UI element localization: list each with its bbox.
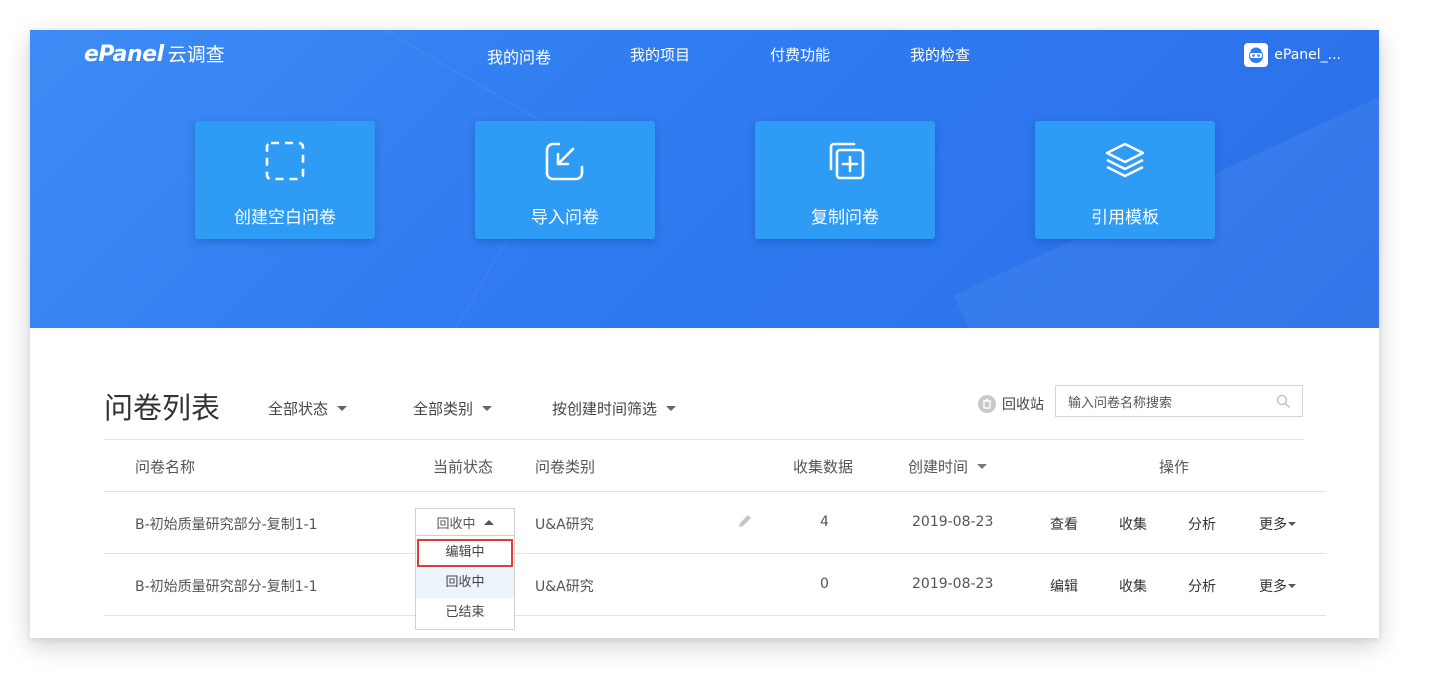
card-label: 创建空白问卷 (234, 208, 336, 228)
col-header-name: 问卷名称 (135, 458, 196, 476)
divider (104, 439, 1304, 440)
import-survey-button[interactable]: 导入问卷 (475, 121, 655, 239)
user-name: ePanel_... (1274, 47, 1341, 63)
row-1-category: U&A研究 (535, 517, 594, 533)
divider (104, 615, 1326, 616)
create-blank-survey-button[interactable]: 创建空白问卷 (195, 121, 375, 239)
trash-icon (978, 395, 996, 413)
hero-banner: ePanel 云调查 我的问卷 我的项目 付费功能 我的检查 ePanel_..… (30, 30, 1379, 328)
col-header-label: 创建时间 (908, 458, 969, 476)
import-arrow-icon (545, 142, 584, 181)
status-option-ended[interactable]: 已结束 (416, 598, 514, 628)
card-label: 导入问卷 (531, 208, 599, 228)
row-1-date: 2019-08-23 (912, 514, 994, 530)
list-title: 问卷列表 (104, 391, 221, 425)
status-option-editing[interactable]: 编辑中 (416, 538, 514, 568)
card-label: 复制问卷 (811, 208, 879, 228)
top-nav: 我的问卷 我的项目 付费功能 我的检查 (30, 44, 1379, 68)
search-input[interactable] (1066, 392, 1270, 414)
chevron-down-icon (666, 406, 677, 411)
user-menu[interactable]: ePanel_... (1244, 43, 1341, 67)
nav-my-surveys[interactable]: 我的问卷 (487, 44, 551, 68)
divider (104, 553, 1326, 554)
dashed-square-icon (265, 141, 305, 181)
status-dropdown-menu: 编辑中 回收中 已结束 (415, 535, 515, 630)
filter-label: 按创建时间筛选 (552, 400, 658, 418)
row-2-collect-button[interactable]: 收集 (1119, 576, 1147, 596)
chevron-down-icon (1288, 584, 1296, 588)
chevron-down-icon (1288, 522, 1296, 526)
row-2-category: U&A研究 (535, 579, 594, 595)
status-select-value: 回收中 (436, 516, 476, 532)
filter-created-time[interactable]: 按创建时间筛选 (552, 398, 677, 419)
search-icon[interactable] (1276, 394, 1290, 408)
row-1-more-button[interactable]: 更多 (1259, 514, 1296, 534)
row-2-analyze-button[interactable]: 分析 (1188, 576, 1216, 596)
col-header-count: 收集数据 (793, 458, 854, 476)
search-box (1055, 385, 1303, 417)
nav-my-projects[interactable]: 我的项目 (630, 44, 690, 65)
chevron-down-icon (482, 406, 493, 411)
row-2-name[interactable]: B-初始质量研究部分-复制1-1 (135, 576, 318, 596)
row-2-more-button[interactable]: 更多 (1259, 576, 1296, 596)
card-label: 引用模板 (1091, 208, 1159, 228)
row-1-count: 4 (820, 514, 829, 530)
recycle-label: 回收站 (1002, 397, 1044, 413)
chevron-up-icon (483, 519, 494, 525)
chevron-down-icon (337, 406, 348, 411)
row-1-analyze-button[interactable]: 分析 (1188, 514, 1216, 534)
col-header-actions: 操作 (1159, 458, 1190, 476)
row-1-status-select[interactable]: 回收中 (415, 508, 515, 536)
col-header-status: 当前状态 (433, 458, 494, 476)
row-1-view-button[interactable]: 查看 (1050, 514, 1078, 534)
row-1-name[interactable]: B-初始质量研究部分-复制1-1 (135, 514, 318, 534)
row-1-collect-button[interactable]: 收集 (1119, 514, 1147, 534)
more-label: 更多 (1259, 579, 1287, 595)
copy-plus-icon (829, 142, 865, 180)
edit-category-pencil-icon[interactable] (737, 513, 753, 529)
copy-survey-button[interactable]: 复制问卷 (755, 121, 935, 239)
divider (104, 491, 1326, 492)
status-option-collecting[interactable]: 回收中 (416, 568, 514, 598)
app-window: ePanel 云调查 我的问卷 我的项目 付费功能 我的检查 ePanel_..… (30, 30, 1379, 638)
filter-label: 全部类别 (413, 400, 474, 418)
recycle-bin-link[interactable]: 回收站 (978, 394, 1044, 414)
nav-my-checks[interactable]: 我的检查 (910, 44, 970, 65)
filter-status[interactable]: 全部状态 (268, 398, 348, 419)
row-2-count: 0 (820, 576, 829, 592)
filter-label: 全部状态 (268, 400, 329, 418)
chevron-down-icon (977, 464, 988, 469)
col-header-category: 问卷类别 (535, 458, 596, 476)
user-avatar-icon (1244, 43, 1269, 67)
row-2-edit-button[interactable]: 编辑 (1050, 576, 1078, 596)
filter-category[interactable]: 全部类别 (413, 398, 493, 419)
more-label: 更多 (1259, 517, 1287, 533)
col-header-created[interactable]: 创建时间 (908, 456, 988, 477)
nav-paid-features[interactable]: 付费功能 (770, 44, 830, 65)
layers-icon (1105, 142, 1145, 178)
row-2-date: 2019-08-23 (912, 576, 994, 592)
use-template-button[interactable]: 引用模板 (1035, 121, 1215, 239)
